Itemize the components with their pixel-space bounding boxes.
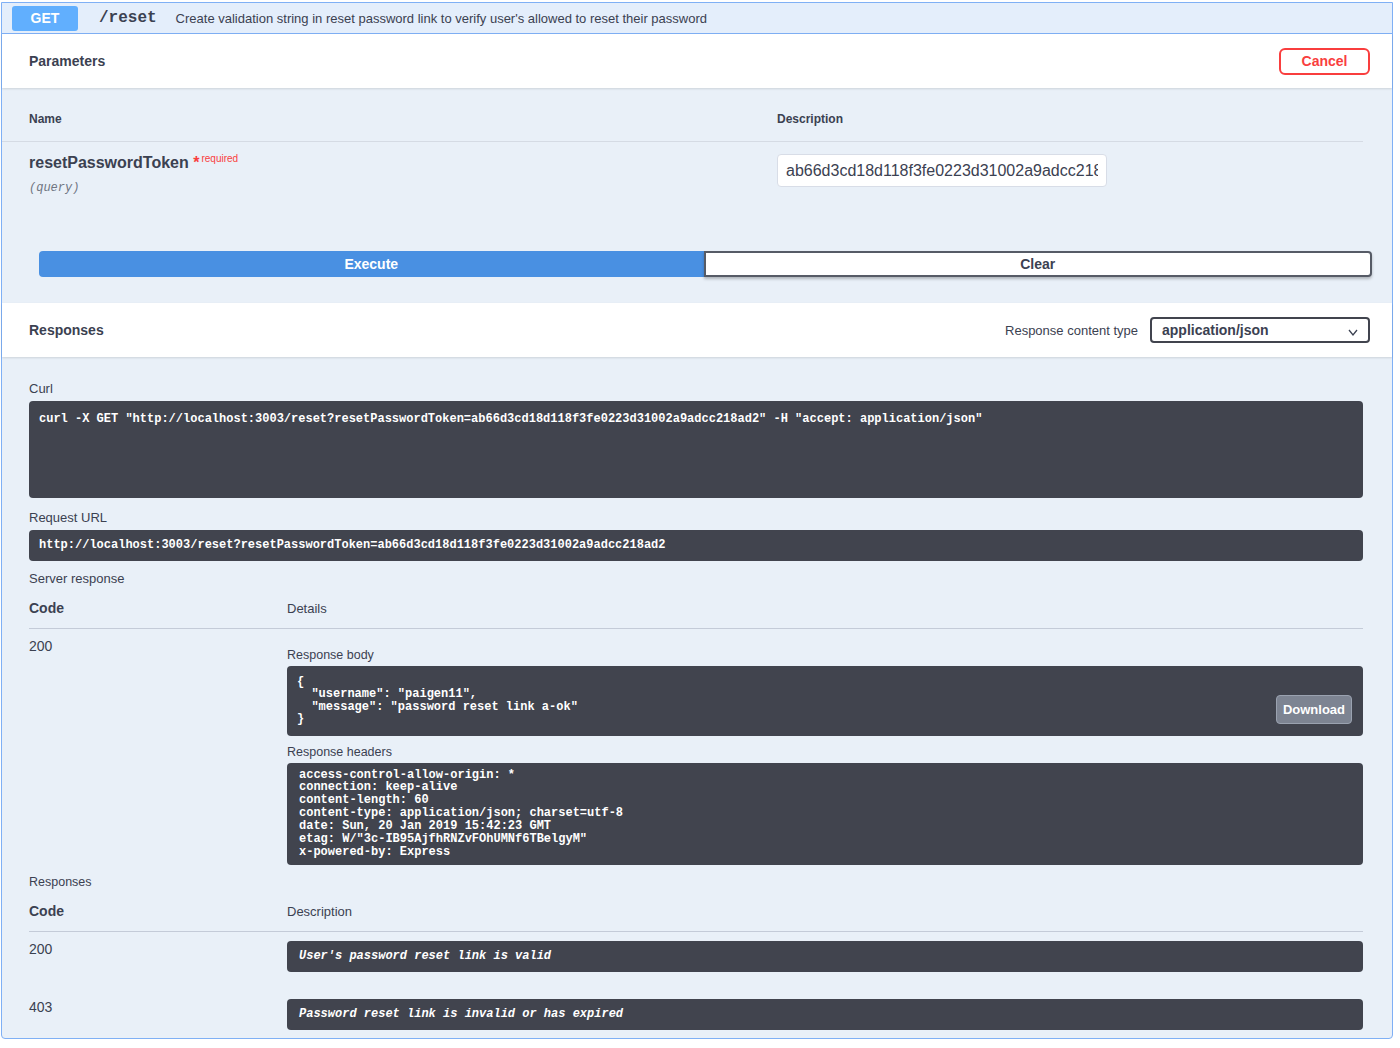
responses-header: Responses Response content type applicat… (2, 303, 1392, 357)
response-headers-block: access-control-allow-origin: * connectio… (287, 763, 1363, 865)
operation-description: Create validation string in reset passwo… (176, 11, 707, 26)
http-method-badge: GET (12, 6, 78, 31)
execute-wrapper: Execute Clear (2, 195, 1392, 297)
response-body-block: { "username": "paigen11", "message": "pa… (287, 666, 1363, 736)
server-response-code: 200 (29, 638, 287, 865)
server-response-label: Server response (29, 571, 1363, 586)
documented-response-row-403: 403 Password reset link is invalid or ha… (29, 999, 1363, 1030)
parameters-header: Parameters Cancel (2, 34, 1392, 88)
responses-inner: Curl curl -X GET "http://localhost:3003/… (2, 357, 1392, 1038)
documented-response-row-200: 200 User's password reset link is valid (29, 941, 1363, 972)
code-column-header-2: Code (29, 903, 287, 919)
response-200-description: User's password reset link is valid (287, 941, 1363, 972)
operation-path: /reset (99, 9, 157, 27)
server-response-column-headers: Code Details (29, 600, 1363, 629)
response-body-label: Response body (287, 648, 1363, 662)
operation-summary[interactable]: GET /reset Create validation string in r… (2, 3, 1392, 34)
opblock-get-reset: GET /reset Create validation string in r… (1, 2, 1393, 1039)
documented-responses-column-headers: Code Description (29, 903, 1363, 932)
response-headers-label: Response headers (287, 745, 1363, 759)
curl-label: Curl (29, 357, 1363, 396)
response-403-description: Password reset link is invalid or has ex… (287, 999, 1363, 1030)
parameter-row: resetPasswordToken *required (query) (2, 142, 1363, 195)
content-type-value: application/json (1162, 322, 1269, 338)
download-button[interactable]: Download (1276, 695, 1352, 724)
request-url-label: Request URL (29, 510, 1363, 525)
parameter-name: resetPasswordToken *required (29, 154, 777, 172)
description-column-header: Description (777, 112, 1363, 126)
chevron-down-icon (1347, 326, 1359, 338)
required-label: required (201, 153, 238, 164)
cancel-button[interactable]: Cancel (1279, 48, 1370, 75)
name-column-header: Name (29, 112, 777, 126)
response-content-type-label: Response content type (1005, 323, 1138, 338)
response-content-type-select[interactable]: application/json (1150, 317, 1370, 343)
parameter-value-input[interactable] (777, 154, 1107, 187)
description-column-header-2: Description (287, 904, 1363, 919)
curl-command-block: curl -X GET "http://localhost:3003/reset… (29, 401, 1363, 498)
response-code-403: 403 (29, 999, 287, 1030)
server-response-row: 200 Response body { "username": "paigen1… (29, 638, 1363, 865)
swagger-operation-page: GET /reset Create validation string in r… (0, 0, 1400, 1039)
required-star: * (193, 154, 199, 171)
documented-responses-label: Responses (29, 875, 1363, 889)
parameters-column-headers: Name Description (2, 88, 1363, 142)
responses-title: Responses (29, 322, 104, 338)
execute-button[interactable]: Execute (39, 251, 704, 277)
parameter-location: (query) (29, 181, 777, 195)
details-column-header: Details (287, 601, 1363, 616)
request-url-block: http://localhost:3003/reset?resetPasswor… (29, 530, 1363, 561)
response-code-200: 200 (29, 941, 287, 972)
code-column-header: Code (29, 600, 287, 616)
parameters-title: Parameters (29, 53, 105, 69)
clear-button[interactable]: Clear (704, 251, 1373, 277)
